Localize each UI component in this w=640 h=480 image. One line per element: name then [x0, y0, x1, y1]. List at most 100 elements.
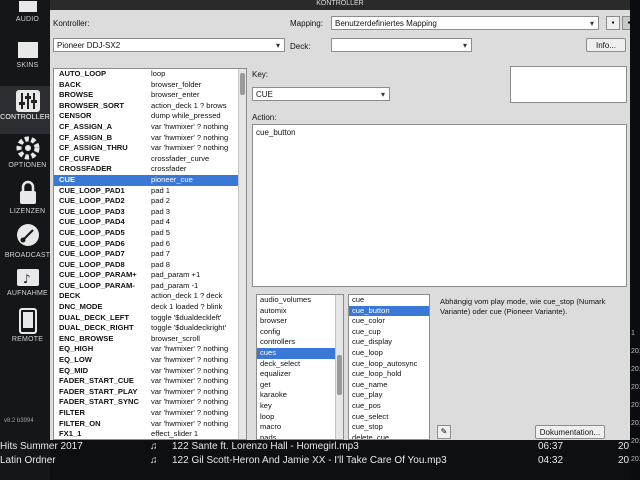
category-item[interactable]: pads — [257, 433, 343, 439]
mapping-row[interactable]: CUE_LOOP_PAD8 pad 8 — [54, 260, 246, 271]
mapping-row[interactable]: AUTO_LOOP loop — [54, 69, 246, 80]
mapping-key: DNC_MODE — [59, 302, 103, 312]
mapping-row[interactable]: CUE_LOOP_PAD5 pad 5 — [54, 228, 246, 239]
sidebar-item-lizenzen[interactable]: LIZENZEN — [0, 180, 55, 222]
sidebar-item-audio[interactable]: AUDIO — [0, 0, 55, 40]
category-list-scrollbar[interactable] — [335, 295, 343, 439]
action-list[interactable]: cue cue_button cue_color cue_cup cue_display… — [348, 294, 430, 440]
mapping-action: crossfader — [151, 164, 187, 174]
mapping-row[interactable]: EQ_LOW var 'hwmixer' ? nothing — [54, 355, 246, 366]
sidebar-item-broadcast[interactable]: BROADCAST — [0, 222, 55, 264]
category-item[interactable]: cues — [257, 347, 343, 359]
mapping-key: EQ_HIGH — [59, 344, 94, 354]
category-item[interactable]: key — [257, 401, 343, 412]
mapping-row[interactable]: FILTER_ON var 'hwmixer' ? nothing — [54, 419, 246, 430]
category-item[interactable]: macro — [257, 422, 343, 433]
action-item[interactable]: cue_cup — [349, 327, 429, 338]
category-item[interactable]: loop — [257, 412, 343, 423]
mapping-row[interactable]: FADER_START_SYNC var 'hwmixer' ? nothing — [54, 397, 246, 408]
mapping-row[interactable]: DUAL_DECK_LEFT toggle '$dualdeckleft' — [54, 313, 246, 324]
sidebar-item-aufnahme[interactable]: ♪ AUFNAHME — [0, 266, 55, 308]
mapping-row[interactable]: CF_ASSIGN_A var 'hwmixer' ? nothing — [54, 122, 246, 133]
mapping-row[interactable]: BROWSER_SORT action_deck 1 ? brows — [54, 101, 246, 112]
key-select[interactable]: CUE ▾ — [252, 87, 390, 101]
action-item[interactable]: cue_loop_hold — [349, 369, 429, 380]
mapping-row[interactable]: BROWSE browser_enter — [54, 90, 246, 101]
mapping-row[interactable]: ENC_BROWSE browser_scroll — [54, 334, 246, 345]
mapping-row[interactable]: CUE_LOOP_PAD2 pad 2 — [54, 196, 246, 207]
mapping-row[interactable]: BACK browser_folder — [54, 80, 246, 91]
action-item[interactable]: cue — [349, 295, 429, 306]
action-editor[interactable]: cue_button — [252, 124, 627, 287]
category-item[interactable]: audio_volumes — [257, 295, 343, 306]
deck-select[interactable]: ▾ — [331, 38, 472, 52]
track-title[interactable]: 122 Gil Scott-Heron And Jamie XX - I'll … — [172, 454, 447, 468]
folder-row[interactable]: Latin Ordner — [0, 454, 56, 468]
mapping-row[interactable]: FADER_START_PLAY var 'hwmixer' ? nothing — [54, 387, 246, 398]
action-item[interactable]: cue_display — [349, 337, 429, 348]
documentation-button[interactable]: Dokumentation... — [535, 425, 605, 439]
strip-label: 201 — [631, 438, 640, 445]
category-list[interactable]: audio_volumes automix browser config control… — [256, 294, 344, 440]
mapping-row[interactable]: CF_CURVE crossfader_curve — [54, 154, 246, 165]
mapping-row[interactable]: DNC_MODE deck 1 loaded ? blink — [54, 302, 246, 313]
category-item[interactable]: deck_select — [257, 359, 343, 370]
mapping-key: BROWSER_SORT — [59, 100, 124, 110]
info-button[interactable]: Info... — [586, 38, 626, 52]
mapping-key: CUE_LOOP_PARAM+ — [59, 270, 137, 280]
action-item[interactable]: cue_name — [349, 380, 429, 391]
mapping-list-scrollbar[interactable] — [238, 69, 246, 439]
save-icon[interactable]: ▪ — [606, 16, 620, 30]
category-item[interactable]: config — [257, 327, 343, 338]
mapping-row[interactable]: CUE_LOOP_PARAM-pad_param -1 — [54, 281, 246, 292]
sidebar-item-skins[interactable]: SKINS — [0, 40, 55, 84]
folder-row[interactable]: Hits Summer 2017 — [0, 440, 83, 454]
category-item[interactable]: equalizer — [257, 369, 343, 380]
mapping-row[interactable]: CUE pioneer_cue — [54, 174, 246, 186]
action-item[interactable]: cue_color — [349, 316, 429, 327]
mapping-row[interactable]: CUE_LOOP_PAD6 pad 6 — [54, 239, 246, 250]
scrollbar-thumb[interactable] — [240, 73, 245, 95]
mapping-row[interactable]: EQ_MID var 'hwmixer' ? nothing — [54, 366, 246, 377]
mapping-key: CUE_LOOP_PAD5 — [59, 227, 125, 237]
mapping-row[interactable]: FADER_START_CUE var 'hwmixer' ? nothing — [54, 376, 246, 387]
action-item[interactable]: cue_play — [349, 390, 429, 401]
action-item[interactable]: delete_cue — [349, 433, 429, 439]
mapping-key: CENSOR — [59, 111, 92, 121]
action-item[interactable]: cue_loop — [349, 348, 429, 359]
action-item[interactable]: cue_loop_autosync — [349, 359, 429, 370]
action-item[interactable]: cue_button — [349, 305, 429, 317]
mapping-row[interactable]: CENSOR dump while_pressed — [54, 111, 246, 122]
action-item[interactable]: cue_select — [349, 412, 429, 423]
mapping-row[interactable]: EQ_HIGH var 'hwmixer' ? nothing — [54, 344, 246, 355]
mapping-row[interactable]: CF_ASSIGN_B var 'hwmixer' ? nothing — [54, 133, 246, 144]
action-item[interactable]: cue_stop — [349, 422, 429, 433]
category-item[interactable]: get — [257, 380, 343, 391]
mapping-row[interactable]: CROSSFADER crossfader — [54, 164, 246, 175]
mapping-row[interactable]: CF_ASSIGN_THRU var 'hwmixer' ? nothing — [54, 143, 246, 154]
mapping-key: CUE_LOOP_PAD8 — [59, 259, 125, 269]
kontroller-select[interactable]: Pioneer DDJ-SX2 ▾ — [53, 38, 285, 52]
mapping-row[interactable]: CUE_LOOP_PAD4 pad 4 — [54, 217, 246, 228]
sidebar-item-optionen[interactable]: OPTIONEN — [0, 136, 55, 180]
category-item[interactable]: controllers — [257, 337, 343, 348]
mapping-row[interactable]: DECK action_deck 1 ? deck — [54, 291, 246, 302]
mapping-row[interactable]: CUE_LOOP_PAD3 pad 3 — [54, 207, 246, 218]
action-item[interactable]: cue_pos — [349, 401, 429, 412]
mapping-row[interactable]: FX1_1 effect_slider 1 — [54, 429, 246, 439]
mapping-row[interactable]: CUE_LOOP_PAD7 pad 7 — [54, 249, 246, 260]
category-item[interactable]: karaoke — [257, 390, 343, 401]
edit-icon[interactable]: ✎ — [437, 425, 451, 439]
mapping-row[interactable]: DUAL_DECK_RIGHT toggle '$dualdeckright' — [54, 323, 246, 334]
category-item[interactable]: browser — [257, 316, 343, 327]
mapping-list[interactable]: AUTO_LOOP loop BACK browser_folder BROWSE bro… — [53, 68, 247, 440]
scrollbar-thumb[interactable] — [337, 355, 342, 395]
sidebar-item-controllers[interactable]: CONTROLLERS — [0, 86, 55, 134]
sidebar-item-remote[interactable]: REMOTE — [0, 308, 55, 348]
category-item[interactable]: automix — [257, 306, 343, 317]
mapping-row[interactable]: FILTER var 'hwmixer' ? nothing — [54, 408, 246, 419]
mapping-select[interactable]: Benutzerdefiniertes Mapping ▾ — [331, 16, 599, 30]
mapping-row[interactable]: CUE_LOOP_PARAM+ pad_param +1 — [54, 270, 246, 281]
track-title[interactable]: 122 Sante ft. Lorenzo Hall - Homegirl.mp… — [172, 440, 359, 454]
mapping-row[interactable]: CUE_LOOP_PAD1 pad 1 — [54, 186, 246, 197]
